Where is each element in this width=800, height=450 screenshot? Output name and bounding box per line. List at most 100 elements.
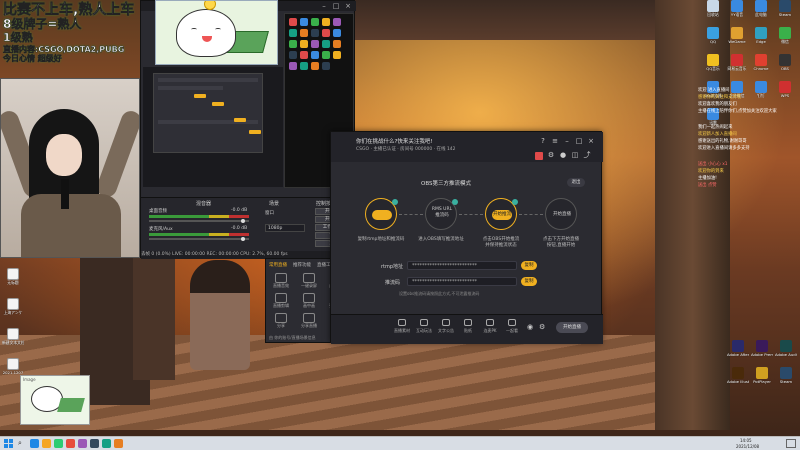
- desktop-icon[interactable]: QQ音乐: [702, 54, 724, 80]
- menu-icon[interactable]: ≡: [551, 137, 559, 145]
- windows-start-icon[interactable]: [4, 439, 13, 448]
- settings-icon[interactable]: ⚙: [547, 151, 555, 159]
- toolbar-item[interactable]: 贴纸: [459, 319, 477, 334]
- desktop-icon[interactable]: Chrome: [750, 54, 772, 80]
- taskbar-app-icon[interactable]: [66, 439, 75, 448]
- step-obs-circle: RMS URL 推流码: [425, 198, 458, 230]
- taskbar-app-icon[interactable]: [78, 439, 87, 448]
- tool-item[interactable]: 画中画: [298, 293, 320, 309]
- chat-message: 主播在线上陪伴你们,点赞加关注欢迎大家: [698, 109, 777, 114]
- phone-app-icon: [333, 51, 341, 59]
- tool-tab[interactable]: 常用直播: [269, 262, 287, 268]
- check-icon: [452, 199, 458, 205]
- wallpaper-beam: [133, 240, 175, 380]
- minimize-icon[interactable]: –: [563, 137, 571, 145]
- desktop-icon[interactable]: 回收站: [702, 0, 724, 26]
- desktop-icon[interactable]: OBS: [774, 54, 796, 80]
- file-icon: [7, 298, 19, 310]
- phone-app-icon: [311, 62, 319, 70]
- desktop-icon[interactable]: 此电脑: [750, 0, 772, 26]
- toolbar-item[interactable]: 连麦PK: [481, 319, 499, 334]
- desktop-icon[interactable]: 新建文本文档: [2, 328, 24, 354]
- stream-key-field[interactable]: **************************: [407, 277, 517, 286]
- desktop-icon[interactable]: Steam: [774, 0, 796, 26]
- exit-mode-button[interactable]: 退出: [567, 178, 585, 187]
- taskbar-app-icon[interactable]: [90, 439, 99, 448]
- copy-rtmp-button[interactable]: 复制: [521, 261, 537, 270]
- phone-app-icon: [322, 62, 330, 70]
- phone-app-icon: [300, 18, 308, 26]
- desktop-icon[interactable]: 网易云音乐: [726, 54, 748, 80]
- tool-item-icon: [275, 273, 287, 283]
- desktop-icon[interactable]: WeGame: [726, 27, 748, 53]
- step-inner-label: RMS URL 推流码: [431, 207, 453, 218]
- volume-slider-knob[interactable]: [241, 237, 245, 241]
- copy-key-button[interactable]: 复制: [521, 277, 537, 286]
- tool-item[interactable]: 分享直播: [298, 313, 320, 329]
- desktop-icon[interactable]: PotPlayer: [751, 367, 773, 393]
- tool-item[interactable]: 分享: [270, 313, 292, 329]
- volume-slider-knob[interactable]: [241, 219, 245, 223]
- desktop-icon-label: Steam: [778, 12, 792, 17]
- resolution-select[interactable]: 1080p: [265, 224, 305, 232]
- desktop-icon[interactable]: 上海アンケ: [2, 298, 24, 324]
- toolbar-item[interactable]: 直播素材: [393, 319, 411, 334]
- desktop-icon[interactable]: 微信: [774, 27, 796, 53]
- tray-date[interactable]: 2021/12/08: [736, 444, 759, 449]
- start-live-button[interactable]: 开始直播: [556, 322, 588, 333]
- arrow-icon: [459, 214, 483, 215]
- tool-item-label: 画中画: [303, 303, 315, 308]
- mic-icon[interactable]: ◉: [527, 323, 533, 331]
- toolbar-item[interactable]: 一起看: [503, 319, 521, 334]
- overlay-line: 比赛不上车,熟人上车: [3, 2, 135, 19]
- volume-slider[interactable]: [149, 220, 249, 222]
- desktop-icon[interactable]: Steam: [775, 367, 797, 393]
- close-icon[interactable]: ×: [587, 137, 595, 145]
- tool-item[interactable]: 一键录屏: [298, 273, 320, 289]
- desktop-icon[interactable]: QQ: [702, 27, 724, 53]
- settings-icon[interactable]: ⚙: [539, 323, 545, 331]
- image-viewer-window[interactable]: Image: [20, 375, 90, 425]
- tray-time[interactable]: 14:05: [740, 438, 752, 443]
- maximize-icon[interactable]: □: [331, 2, 341, 10]
- taskbar-app-icon[interactable]: [102, 439, 111, 448]
- gift-icon[interactable]: [535, 152, 543, 160]
- minimize-icon[interactable]: –: [319, 2, 329, 10]
- taskbar-app-icon[interactable]: [114, 439, 123, 448]
- arrow-icon: [399, 214, 423, 215]
- chat-message: 感谢送出的礼物,谢谢哥哥: [698, 139, 747, 144]
- notification-icon[interactable]: [786, 439, 796, 448]
- taskbar-app-icon[interactable]: [42, 439, 51, 448]
- app-icon: [779, 0, 791, 12]
- rtmp-field[interactable]: **************************: [407, 261, 517, 270]
- maximize-icon[interactable]: □: [575, 137, 583, 145]
- phone-app-icon: [322, 18, 330, 26]
- app-icon: [779, 54, 791, 66]
- obs-preview[interactable]: [143, 67, 283, 187]
- share-icon[interactable]: ⤴: [583, 151, 591, 159]
- desktop-icon[interactable]: YY语音: [726, 0, 748, 26]
- search-icon[interactable]: ⌕: [18, 439, 22, 448]
- volume-slider[interactable]: [149, 238, 249, 240]
- tool-tab[interactable]: 推荐功能: [293, 262, 311, 268]
- help-icon[interactable]: ?: [539, 137, 547, 145]
- tool-item[interactable]: 直播剪辑: [270, 293, 292, 309]
- taskbar-app-icon[interactable]: [54, 439, 63, 448]
- overlay-line: 今日心情 超级好: [3, 53, 62, 63]
- step-inner-label: 开始推流: [492, 210, 512, 220]
- phone-app-icon: [322, 29, 330, 37]
- desktop-icon[interactable]: 无标题: [2, 268, 24, 294]
- camera-icon[interactable]: ◫: [571, 151, 579, 159]
- desktop-icon-label: OBS: [781, 66, 789, 71]
- record-icon[interactable]: ●: [559, 151, 567, 159]
- desktop-icon[interactable]: Edge: [750, 27, 772, 53]
- tool-item[interactable]: 直播音效: [270, 273, 292, 289]
- window-title: Image: [23, 377, 36, 382]
- taskbar-app-icon[interactable]: [30, 439, 39, 448]
- toolbar-item[interactable]: 文字公告: [437, 319, 455, 334]
- close-icon[interactable]: ×: [343, 2, 353, 10]
- toolbar-item[interactable]: 互动玩法: [415, 319, 433, 334]
- desktop-icon[interactable]: Adobe Illustrator: [727, 367, 749, 393]
- desktop-icons-left: 文字无标题上海アンケ新建文本文档2021.1207: [2, 238, 28, 388]
- stream-overlay-text: 比赛不上车,熟人上车 8级牌子=熟人 1级熟 直播内容:CSGO,DOTA2,P…: [0, 0, 160, 65]
